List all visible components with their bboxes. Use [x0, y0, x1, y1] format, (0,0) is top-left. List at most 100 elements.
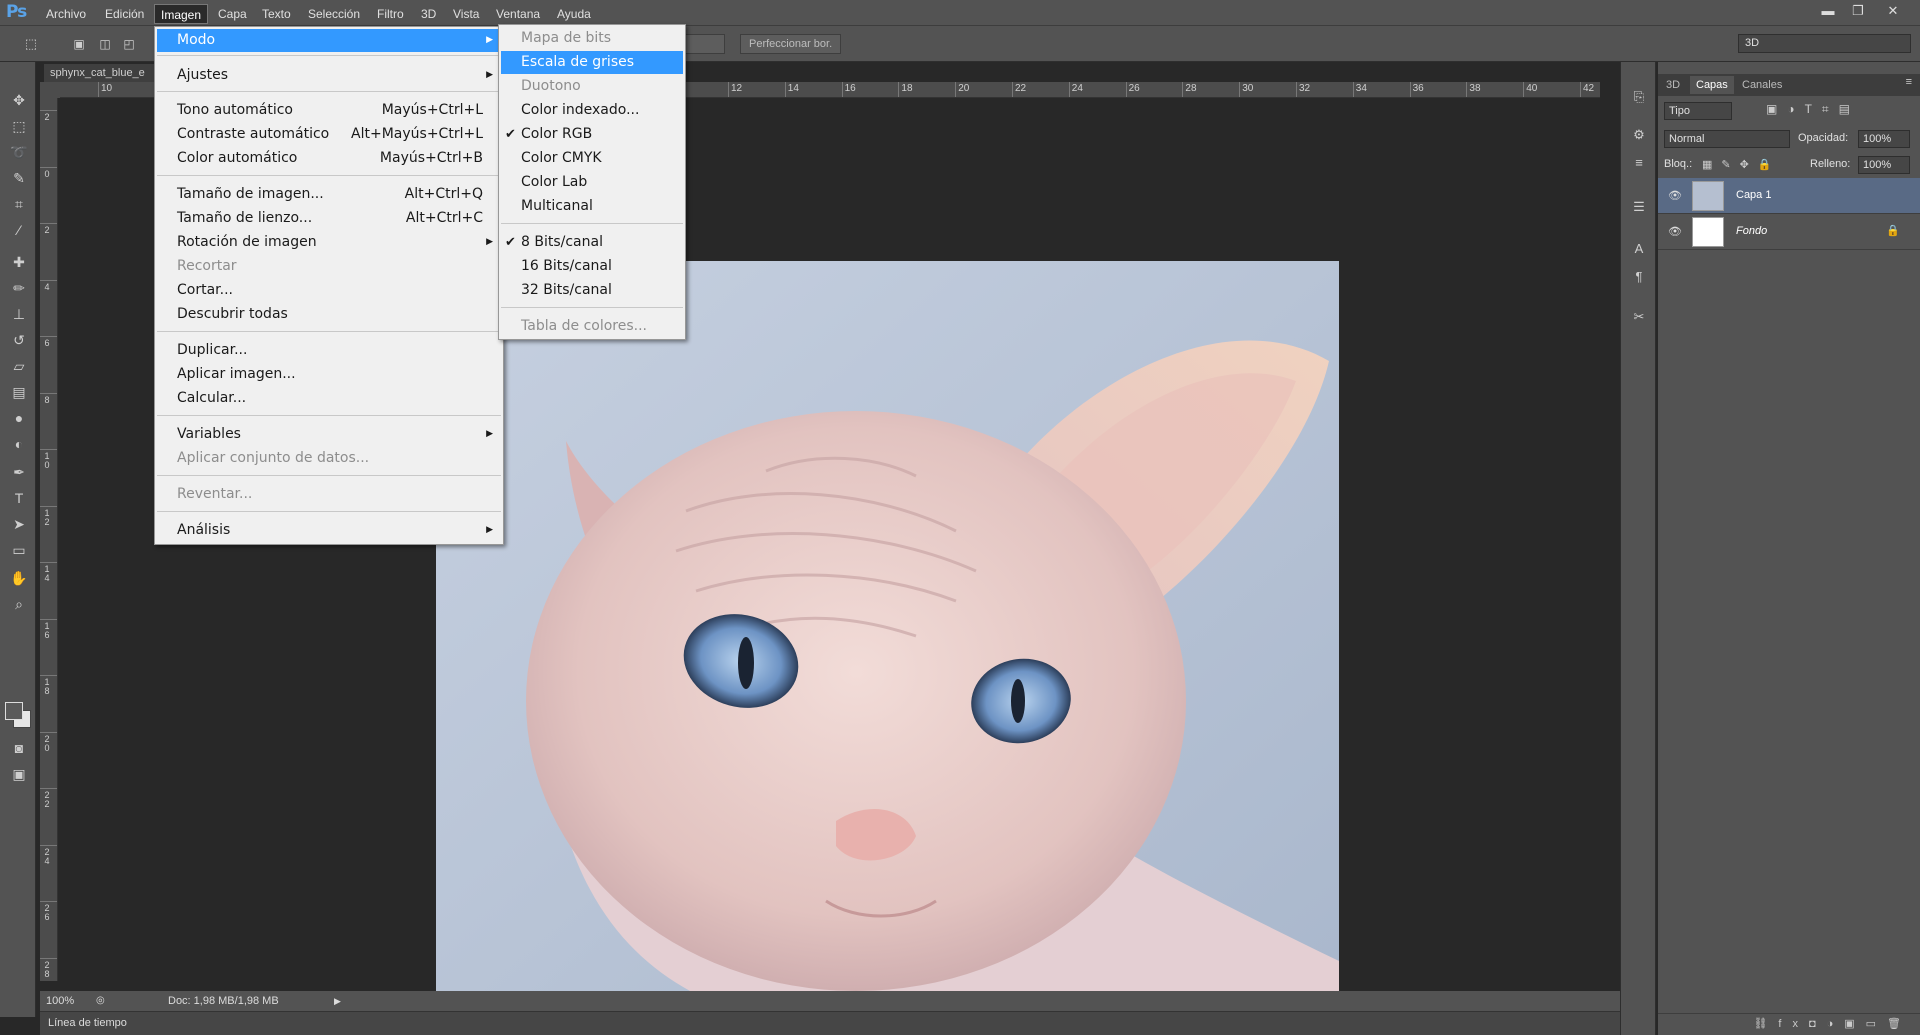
gradient-icon[interactable]: ▤ — [8, 382, 30, 402]
menu-item-8-bits[interactable]: ✔ 8 Bits/canal — [501, 231, 683, 254]
actions-panel-icon[interactable]: ⚙ — [1630, 126, 1648, 144]
menu-item-aplicar-conjunto-datos: Aplicar conjunto de datos... — [177, 450, 370, 466]
visibility-eye-icon[interactable]: 👁 — [1668, 225, 1682, 238]
ruler-label: 20 — [958, 83, 970, 94]
menu-item-modo[interactable]: Modo ▶ — [157, 29, 501, 52]
menu-ventana[interactable]: Ventana — [490, 6, 546, 22]
hand-tool-icon[interactable]: ✋ — [8, 568, 30, 588]
character-panel-icon[interactable]: A — [1630, 240, 1648, 258]
panel-menu-icon[interactable]: ≡ — [1906, 76, 1912, 88]
screen-mode-icon[interactable]: ▣ — [8, 764, 30, 784]
path-select-icon[interactable]: ➤ — [8, 514, 30, 534]
add-selection-icon[interactable]: ◫ — [94, 34, 116, 54]
visibility-eye-icon[interactable]: 👁 — [1668, 189, 1682, 202]
menu-archivo[interactable]: Archivo — [40, 6, 92, 22]
clone-stamp-icon[interactable]: ⊥ — [8, 304, 30, 324]
pen-tool-icon[interactable]: ✒ — [8, 462, 30, 482]
ruler-label: 10 — [44, 451, 50, 470]
timeline-panel[interactable]: Línea de tiempo — [40, 1011, 1620, 1035]
new-selection-icon[interactable]: ▣ — [68, 34, 90, 54]
subtract-selection-icon[interactable]: ◰ — [118, 34, 140, 54]
menu-item-ajustes[interactable]: Ajustes ▶ — [157, 64, 501, 87]
layer-row-capa-1[interactable]: 👁 Capa 1 — [1658, 178, 1920, 214]
menu-item-analisis[interactable]: Análisis ▶ — [157, 519, 501, 542]
menu-item-contraste-automatico[interactable]: Contraste automático Alt+Mayús+Ctrl+L — [157, 123, 501, 146]
menu-item-calcular[interactable]: Calcular... — [157, 387, 501, 410]
minimize-icon[interactable]: ▬ — [1815, 2, 1841, 20]
shape-tool-icon[interactable]: ▭ — [8, 540, 30, 560]
menu-texto[interactable]: Texto — [256, 6, 297, 22]
menu-vista[interactable]: Vista — [447, 6, 485, 22]
workspace-select[interactable]: 3D — [1738, 34, 1911, 53]
menu-item-escala-de-grises[interactable]: Escala de grises — [501, 51, 683, 74]
paragraph-panel-icon[interactable]: ¶ — [1630, 268, 1648, 286]
menu-item-rotacion-imagen[interactable]: Rotación de imagen ▶ — [157, 231, 501, 254]
marquee-preset-icon[interactable]: ⬚ — [20, 34, 42, 54]
close-icon[interactable]: ✕ — [1880, 2, 1906, 20]
tab-capas[interactable]: Capas — [1690, 76, 1734, 94]
style-field[interactable] — [685, 34, 725, 54]
status-arrow-icon[interactable]: ▶ — [334, 991, 341, 1011]
adjustments-panel-icon[interactable]: ≡ — [1630, 154, 1648, 172]
menu-item-aplicar-imagen[interactable]: Aplicar imagen... — [157, 363, 501, 386]
refine-edge-button[interactable]: Perfeccionar bor. — [740, 34, 842, 54]
tab-canales[interactable]: Canales — [1736, 76, 1788, 94]
tab-3d[interactable]: 3D — [1660, 76, 1686, 94]
ruler-tick — [40, 731, 57, 733]
brush-tool-icon[interactable]: ✏ — [8, 278, 30, 298]
history-panel-icon[interactable]: ⎘ — [1630, 88, 1648, 106]
menu-3d[interactable]: 3D — [415, 6, 442, 22]
marquee-tool-icon[interactable]: ⬚ — [8, 116, 30, 136]
menu-seleccion[interactable]: Selección — [302, 6, 366, 22]
menu-item-multicanal[interactable]: Multicanal — [501, 195, 683, 218]
ruler-tick — [898, 82, 900, 97]
filter-type-select[interactable]: Tipo — [1664, 102, 1732, 120]
menu-item-descubrir-todas[interactable]: Descubrir todas — [157, 303, 501, 326]
restore-icon[interactable]: ❐ — [1845, 2, 1871, 20]
eraser-icon[interactable]: ▱ — [8, 356, 30, 376]
zoom-tool-icon[interactable]: ⌕ — [8, 594, 30, 614]
zoom-level[interactable]: 100% — [46, 991, 74, 1011]
menu-item-tono-automatico[interactable]: Tono automático Mayús+Ctrl+L — [157, 99, 501, 122]
menu-item-color-lab[interactable]: Color Lab — [501, 171, 683, 194]
lasso-tool-icon[interactable]: ➰ — [8, 142, 30, 162]
foreground-color-swatch[interactable] — [5, 702, 23, 720]
move-tool-icon[interactable]: ✥ — [8, 90, 30, 110]
menu-item-tamano-lienzo[interactable]: Tamaño de lienzo... Alt+Ctrl+C — [157, 207, 501, 230]
menu-item-duplicar[interactable]: Duplicar... — [157, 339, 501, 362]
history-brush-icon[interactable]: ↺ — [8, 330, 30, 350]
menu-item-color-rgb[interactable]: ✔ Color RGB — [501, 123, 683, 146]
tool-presets-icon[interactable]: ✂ — [1630, 308, 1648, 326]
menu-item-32-bits[interactable]: 32 Bits/canal — [501, 279, 683, 302]
eyedropper-icon[interactable]: ⁄ — [8, 220, 30, 240]
quick-mask-icon[interactable]: ◙ — [8, 738, 30, 758]
healing-brush-icon[interactable]: ✚ — [8, 252, 30, 272]
filter-icons[interactable]: ▣◑T⌗▤ — [1766, 102, 1860, 117]
menu-filtro[interactable]: Filtro — [371, 6, 410, 22]
type-tool-icon[interactable]: T — [8, 488, 30, 508]
blur-tool-icon[interactable]: ● — [8, 408, 30, 428]
menu-edicion[interactable]: Edición — [99, 6, 150, 22]
status-icon[interactable]: ◎ — [96, 991, 105, 1011]
document-tab[interactable]: sphynx_cat_blue_e — [44, 64, 156, 82]
crop-tool-icon[interactable]: ⌗ — [8, 194, 30, 214]
opacity-input[interactable]: 100% — [1858, 130, 1910, 148]
menu-capa[interactable]: Capa — [212, 6, 253, 22]
fill-input[interactable]: 100% — [1858, 156, 1910, 174]
menu-imagen[interactable]: Imagen — [154, 4, 209, 24]
menu-item-cortar[interactable]: Cortar... — [157, 279, 501, 302]
menu-item-variables[interactable]: Variables ▶ — [157, 423, 501, 446]
layer-row-fondo[interactable]: 👁 Fondo 🔒 — [1658, 214, 1920, 250]
blend-mode-select[interactable]: Normal — [1664, 130, 1790, 148]
quick-select-icon[interactable]: ✎ — [8, 168, 30, 188]
menu-item-color-cmyk[interactable]: Color CMYK — [501, 147, 683, 170]
menu-ayuda[interactable]: Ayuda — [551, 6, 597, 22]
properties-panel-icon[interactable]: ☰ — [1630, 198, 1648, 216]
lock-icons[interactable]: ▦✎✥🔒 — [1702, 158, 1781, 171]
menu-item-16-bits[interactable]: 16 Bits/canal — [501, 255, 683, 278]
menu-item-color-indexado[interactable]: Color indexado... — [501, 99, 683, 122]
menu-item-color-automatico[interactable]: Color automático Mayús+Ctrl+B — [157, 147, 501, 170]
dodge-tool-icon[interactable]: ◐ — [8, 434, 30, 454]
menu-item-tamano-imagen[interactable]: Tamaño de imagen... Alt+Ctrl+Q — [157, 183, 501, 206]
layer-actions-icons[interactable]: ⛓fx◘◑▣▭🗑 — [1753, 1017, 1912, 1030]
